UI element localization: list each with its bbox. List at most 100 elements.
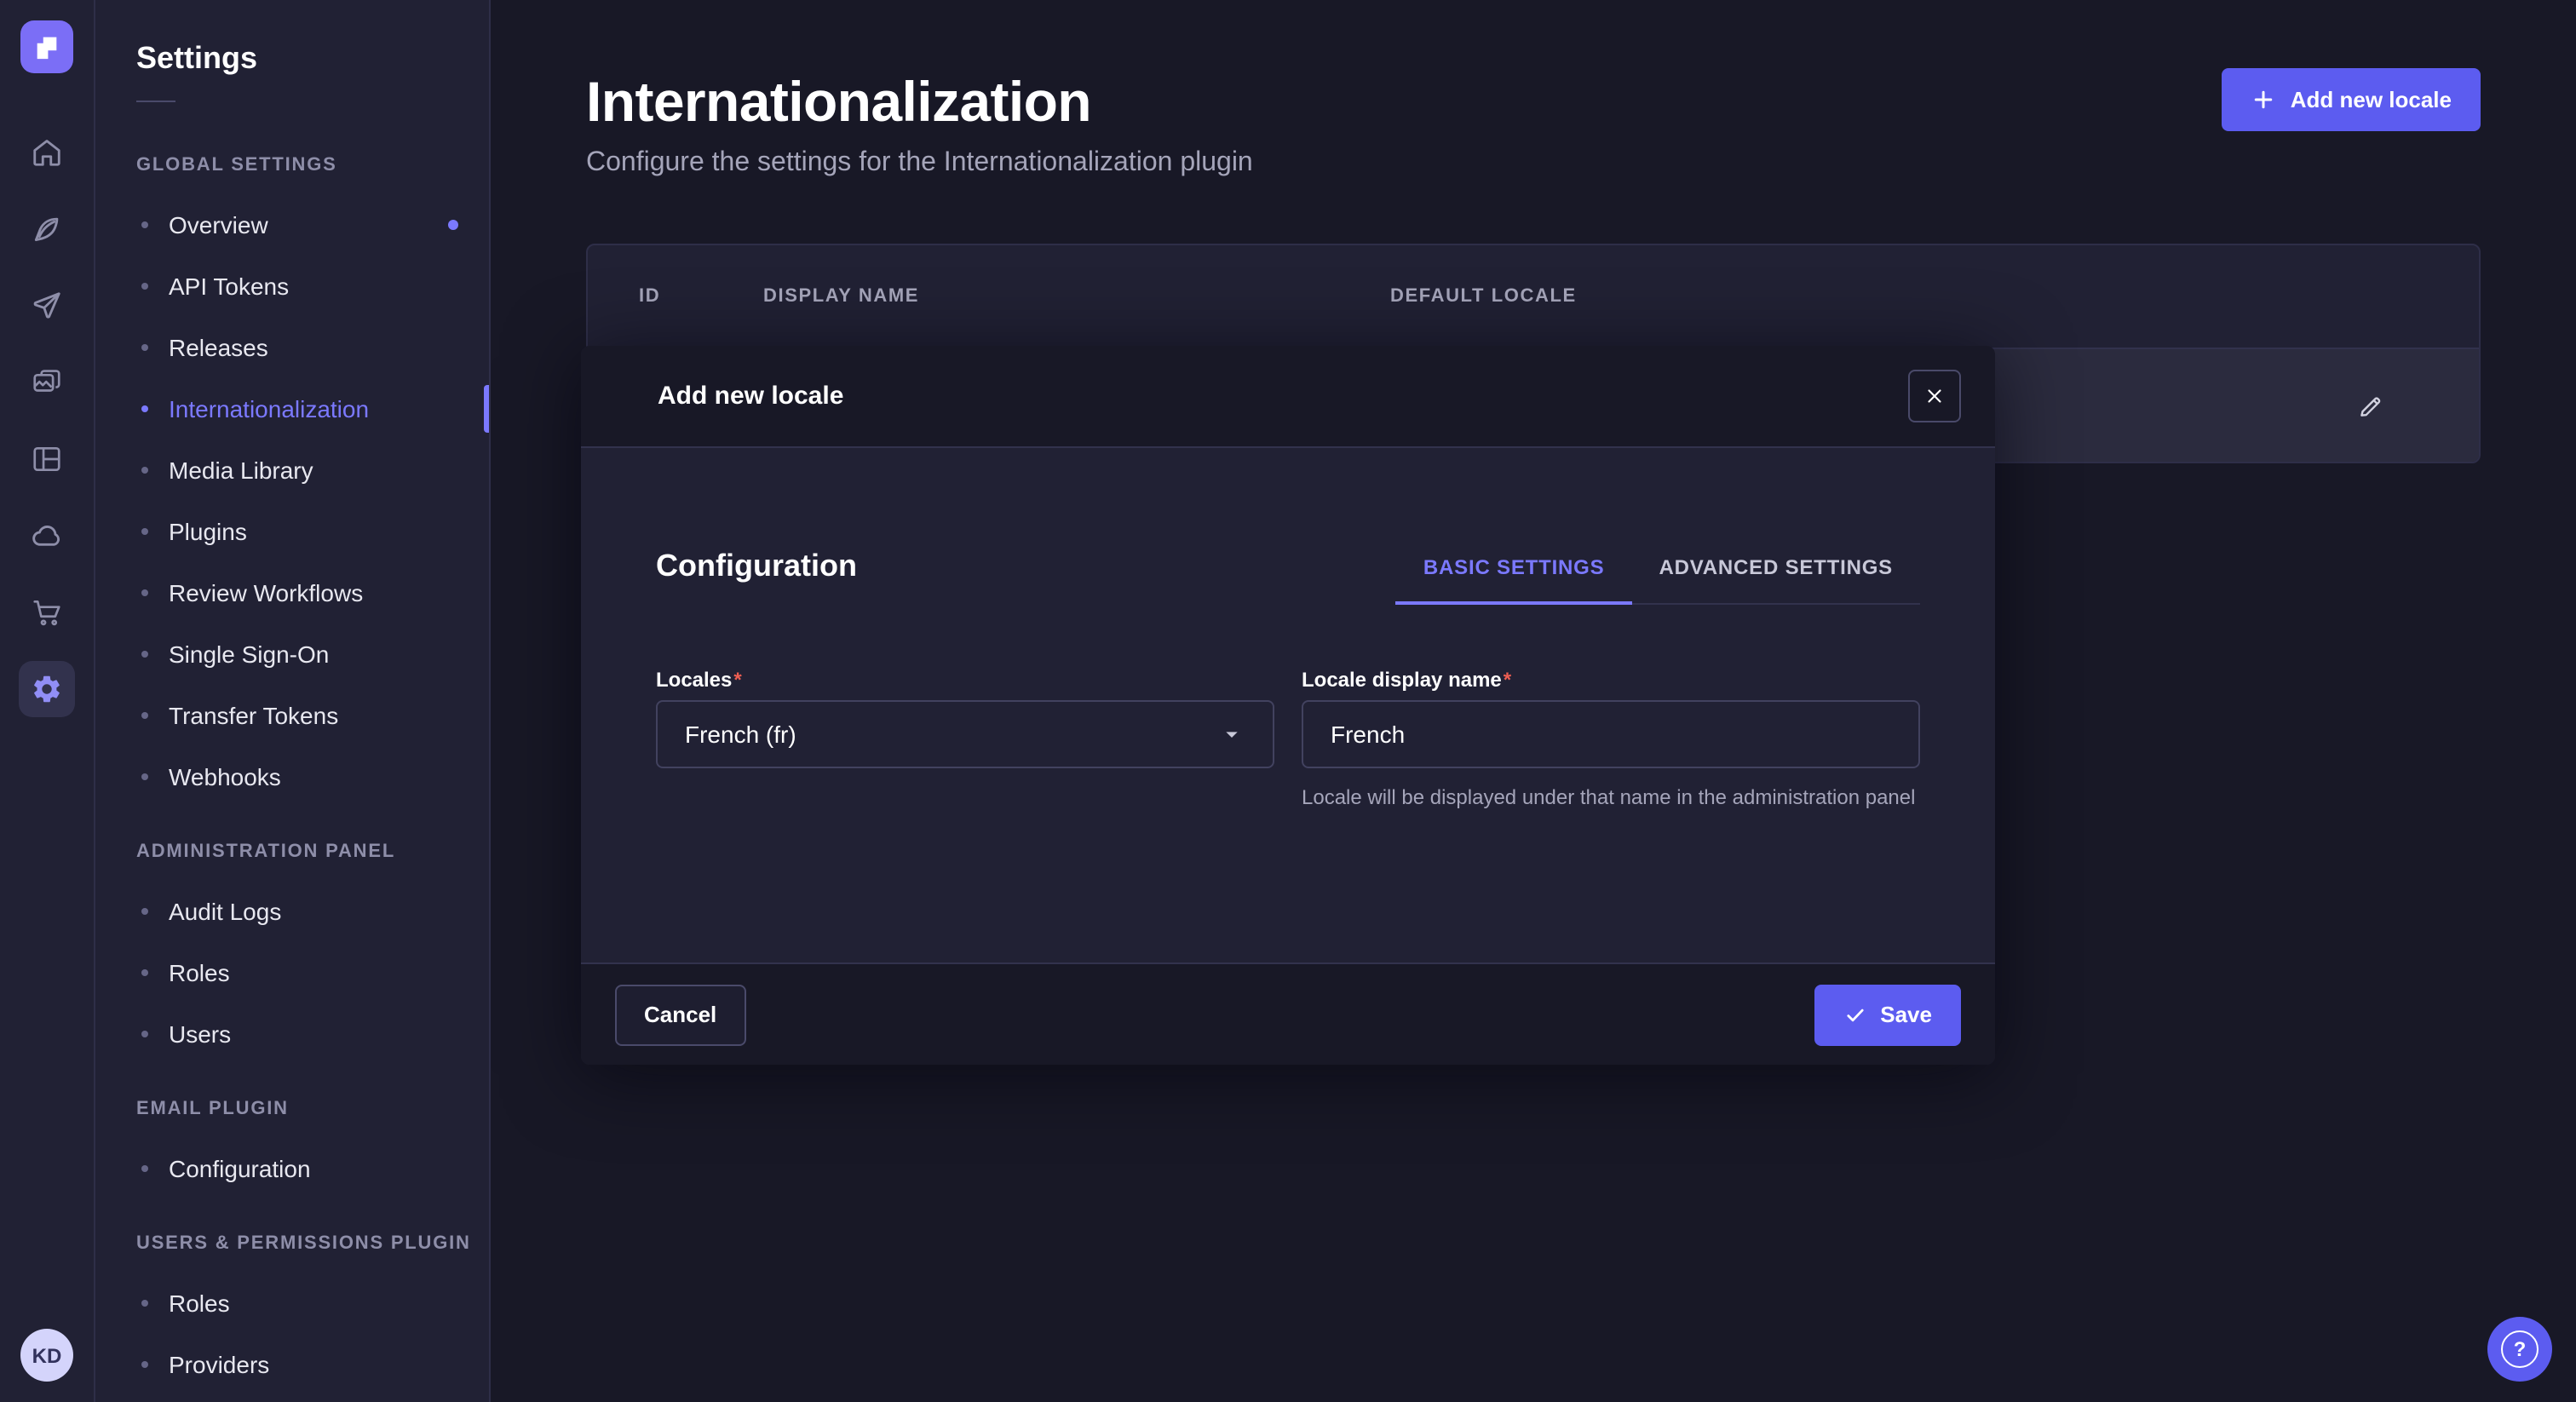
strapi-logo-icon [32,32,61,61]
display-name-input[interactable] [1302,700,1920,768]
bullet-icon [141,221,148,228]
page-title: Internationalization [586,68,1253,136]
page-header: Internationalization Configure the setti… [586,68,2481,179]
tab-basic-settings[interactable]: BASIC SETTINGS [1396,555,1632,603]
sidebar-item-internationalization[interactable]: Internationalization [95,378,489,440]
sidebar-item-transfer-tokens[interactable]: Transfer Tokens [95,685,489,746]
sidebar-item-label: Audit Logs [169,898,281,925]
display-name-label: Locale display name* [1302,668,1920,692]
sidebar-item-up-roles[interactable]: Roles [95,1273,489,1334]
bullet-icon [141,344,148,351]
locales-select-value: French (fr) [685,721,796,748]
sidebar-item-admin-roles[interactable]: Roles [95,942,489,1003]
settings-sidebar: Settings GLOBAL SETTINGS Overview API To… [95,0,491,1402]
sidebar-item-label: Overview [169,211,268,238]
bullet-icon [141,908,148,915]
configuration-title: Configuration [656,547,857,584]
required-asterisk: * [1504,668,1511,692]
modal-config-row: Configuration BASIC SETTINGS ADVANCED SE… [656,547,1920,605]
sidebar-item-label: Transfer Tokens [169,702,338,729]
settings-icon[interactable] [19,661,75,717]
sidebar-item-label: Providers [169,1351,269,1378]
avatar[interactable]: KD [20,1329,73,1382]
save-button[interactable]: Save [1814,984,1961,1045]
sidebar-item-label: Single Sign-On [169,641,329,668]
bullet-icon [141,773,148,780]
bullet-icon [141,712,148,719]
section-label-email-plugin: EMAIL PLUGIN [136,1099,489,1121]
add-new-locale-button[interactable]: Add new locale [2222,68,2481,131]
sidebar-item-label: Media Library [169,457,313,484]
row-actions [2343,378,2428,433]
sidebar-item-audit-logs[interactable]: Audit Logs [95,881,489,942]
display-name-hint: Locale will be displayed under that name… [1302,784,1920,813]
sidebar-item-label: Internationalization [169,395,369,422]
bullet-icon [141,1031,148,1037]
bullet-icon [141,405,148,412]
home-icon[interactable] [19,124,75,181]
plus-icon [2251,87,2277,112]
check-icon [1843,1003,1866,1026]
sidebar-item-single-sign-on[interactable]: Single Sign-On [95,623,489,685]
table-header-row: ID DISPLAY NAME DEFAULT LOCALE [588,245,2479,348]
sidebar-item-label: Roles [169,959,230,986]
column-header-id: ID [639,286,763,307]
sidebar-item-label: Webhooks [169,763,281,790]
sidebar-item-email-configuration[interactable]: Configuration [95,1138,489,1199]
save-button-label: Save [1880,1002,1932,1027]
bullet-icon [141,467,148,474]
question-mark-icon: ? [2501,1330,2539,1368]
content-manager-icon[interactable] [19,201,75,257]
media-library-icon[interactable] [19,354,75,411]
sidebar-item-overview[interactable]: Overview [95,194,489,256]
bullet-icon [141,1361,148,1368]
cancel-button[interactable]: Cancel [615,984,745,1045]
sidebar-item-label: Users [169,1020,231,1048]
chevron-down-icon [1218,721,1245,748]
locales-label: Locales* [656,668,1274,692]
column-header-default-locale: DEFAULT LOCALE [1390,286,2428,307]
modal-footer: Cancel Save [581,962,1995,1065]
sidebar-item-releases[interactable]: Releases [95,317,489,378]
locales-label-text: Locales [656,668,732,692]
bullet-icon [141,1165,148,1172]
add-locale-modal: Add new locale Configuration BASIC SETTI… [581,346,1995,1065]
locales-select[interactable]: French (fr) [656,700,1274,768]
sidebar-item-api-tokens[interactable]: API Tokens [95,256,489,317]
main-nav-rail: KD [0,0,95,1402]
sidebar-item-webhooks[interactable]: Webhooks [95,746,489,807]
page-header-text: Internationalization Configure the setti… [586,68,1253,179]
marketplace-icon[interactable] [19,584,75,641]
sidebar-item-label: Plugins [169,518,247,545]
locales-field-group: Locales* French (fr) [656,668,1274,813]
section-label-users-permissions-plugin: USERS & PERMISSIONS PLUGIN [136,1233,489,1255]
section-label-global-settings: GLOBAL SETTINGS [136,155,489,177]
sidebar-item-label: Configuration [169,1155,311,1182]
display-name-label-text: Locale display name [1302,668,1502,692]
sidebar-title: Settings [136,41,489,77]
sidebar-item-users[interactable]: Users [95,1003,489,1065]
required-asterisk: * [733,668,741,692]
app-root: KD Settings GLOBAL SETTINGS Overview API… [0,0,2576,1402]
page-subtitle: Configure the settings for the Internati… [586,147,1253,179]
add-new-locale-label: Add new locale [2291,87,2452,112]
content-type-builder-icon[interactable] [19,431,75,487]
cloud-icon[interactable] [19,508,75,564]
sidebar-item-review-workflows[interactable]: Review Workflows [95,562,489,623]
close-icon[interactable] [1908,370,1961,422]
tab-advanced-settings[interactable]: ADVANCED SETTINGS [1631,555,1920,603]
sidebar-item-media-library[interactable]: Media Library [95,440,489,501]
releases-icon[interactable] [19,278,75,334]
display-name-field-group: Locale display name* Locale will be disp… [1302,668,1920,813]
sidebar-item-plugins[interactable]: Plugins [95,501,489,562]
sidebar-item-label: API Tokens [169,273,289,300]
section-label-administration-panel: ADMINISTRATION PANEL [136,842,489,864]
sidebar-item-providers[interactable]: Providers [95,1334,489,1395]
help-button[interactable]: ? [2487,1317,2552,1382]
modal-tabs: BASIC SETTINGS ADVANCED SETTINGS [1396,555,1920,605]
edit-pencil-icon[interactable] [2343,378,2397,433]
sidebar-item-label: Roles [169,1290,230,1317]
bullet-icon [141,589,148,596]
strapi-logo[interactable] [20,20,73,73]
modal-header: Add new locale [581,346,1995,448]
